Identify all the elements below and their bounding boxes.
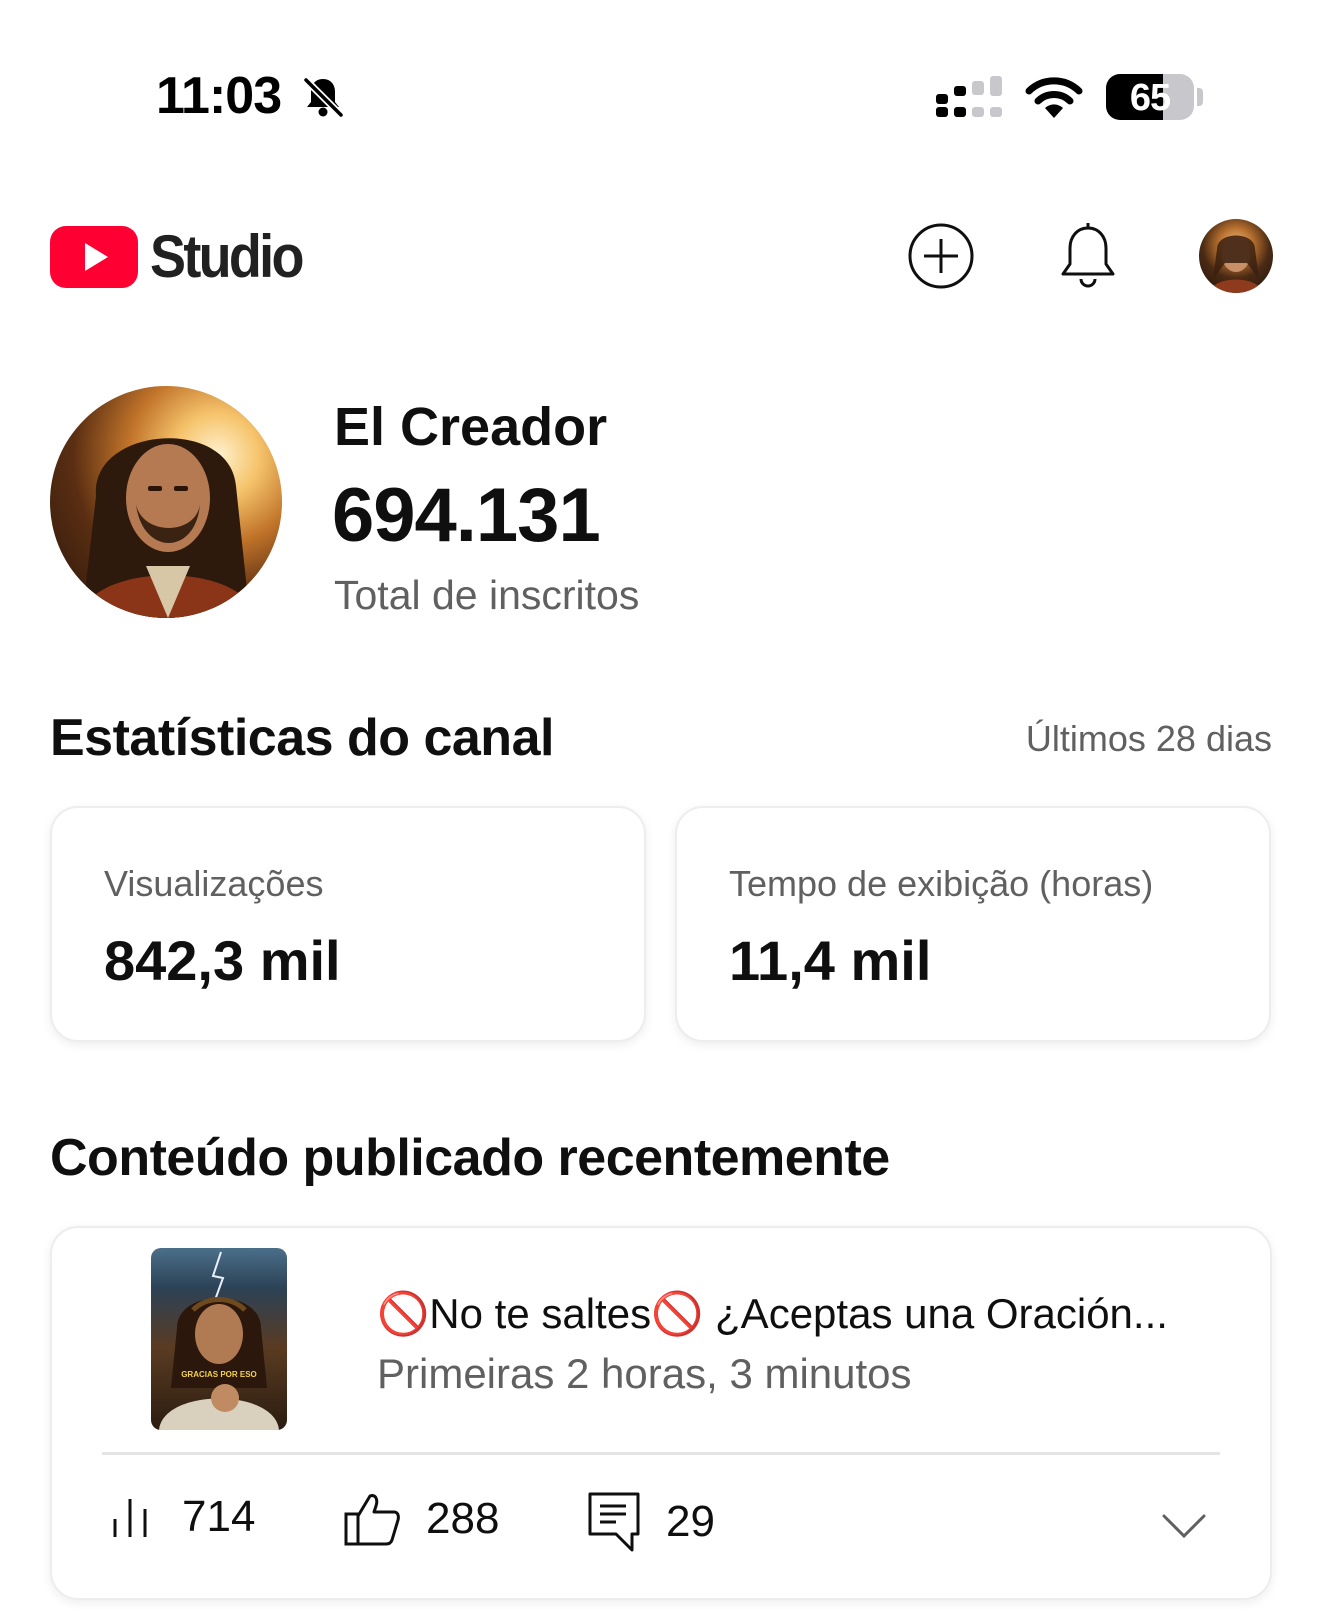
thumbnail-caption: GRACIAS POR ESO (181, 1370, 257, 1379)
watch-time-stat-card[interactable]: Tempo de exibição (horas) 11,4 mil (675, 806, 1271, 1042)
stat-label: Tempo de exibição (horas) (729, 863, 1154, 904)
create-button[interactable] (905, 220, 977, 292)
signal-icon (936, 76, 1002, 117)
comments-metric: 29 (588, 1492, 715, 1552)
status-time: 11:03 (156, 67, 282, 125)
views-metric: 714 (110, 1492, 255, 1542)
stat-value: 11,4 mil (729, 929, 932, 992)
youtube-logo-icon (50, 225, 138, 288)
stats-period: Últimos 28 dias (1025, 718, 1272, 759)
video-title[interactable]: 🚫No te saltes🚫 ¿Aceptas una Oración... (377, 1290, 1217, 1339)
video-thumbnail[interactable]: GRACIAS POR ESO (151, 1248, 287, 1430)
chevron-down-icon[interactable] (1160, 1506, 1208, 1546)
card-divider (102, 1452, 1220, 1455)
comments-count: 29 (666, 1497, 715, 1546)
views-count: 714 (182, 1492, 256, 1541)
likes-metric: 288 (344, 1492, 499, 1546)
channel-name: El Creador (334, 397, 608, 457)
avatar-image (1209, 235, 1263, 293)
channel-stats-title: Estatísticas do canal (50, 709, 554, 767)
stat-label: Visualizações (104, 863, 324, 904)
channel-avatar[interactable] (50, 386, 282, 618)
account-avatar[interactable] (1199, 219, 1273, 293)
bell-icon (1061, 223, 1115, 288)
studio-dashboard: 11:03 65 Studio El Creador 694.131 Total… (0, 0, 1320, 1610)
app-name: Studio (150, 223, 304, 290)
recent-content-title: Conteúdo publicado recentemente (50, 1129, 890, 1187)
bar-chart-icon (113, 1499, 147, 1537)
studio-logo[interactable]: Studio (50, 222, 319, 291)
battery-icon: 65 (1106, 74, 1194, 120)
comment-icon (588, 1492, 640, 1552)
channel-avatar-image (80, 438, 256, 618)
notifications-button[interactable] (1052, 220, 1124, 292)
subscriber-count: 694.131 (332, 473, 601, 558)
thumbs-up-icon (344, 1494, 400, 1546)
bell-slash-icon (303, 77, 344, 118)
battery-cap (1197, 88, 1203, 106)
create-icon (908, 223, 974, 289)
views-stat-card[interactable]: Visualizações 842,3 mil (50, 806, 646, 1042)
wifi-icon (1025, 77, 1083, 118)
stat-value: 842,3 mil (104, 929, 341, 992)
battery-level-text: 65 (1129, 77, 1171, 119)
likes-count: 288 (426, 1494, 500, 1543)
subscriber-label: Total de inscritos (334, 572, 640, 618)
thumbnail-image (159, 1251, 279, 1430)
recent-video-card[interactable]: GRACIAS POR ESO 🚫No te saltes🚫 ¿Aceptas … (50, 1226, 1272, 1600)
video-meta: Primeiras 2 horas, 3 minutos (377, 1350, 912, 1397)
